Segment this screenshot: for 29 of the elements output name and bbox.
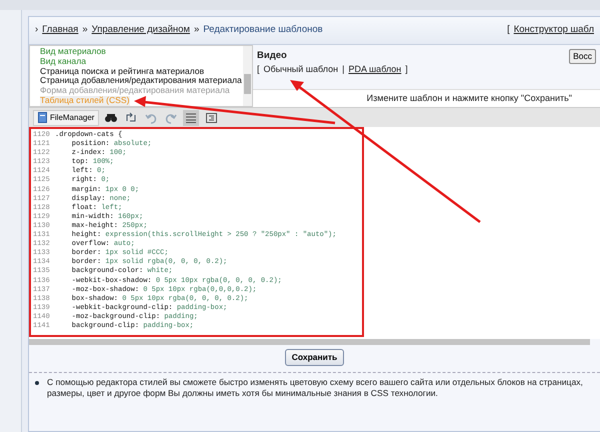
horizontal-scrollbar[interactable] [29,339,590,345]
hint-text: Измените шаблон и нажмите кнопку "Сохранить" [366,92,572,105]
restore-button[interactable]: Восс [569,49,596,64]
bracket: ] [405,63,408,76]
template-item[interactable]: Вид канала [40,56,86,67]
constructor-link[interactable]: Конструктор шабл [514,23,594,38]
separator: | [342,63,344,76]
bracket: [ [507,23,510,38]
file-icon [38,112,47,123]
template-item[interactable]: Страница поиска и рейтинга материалов [40,66,204,76]
template-mode-tab[interactable]: Обычный шаблон [264,63,338,77]
template-mode-link[interactable]: PDA шаблон [348,63,402,77]
template-item[interactable]: Вид материалов [40,47,106,57]
note-text: С помощью редактора стилей вы сможете быстро изменять цветовую схему всего вашего сайта или отдельных блоков на страницах, размеры, цвет и другое форм Вы должны иметь хотя бы минимальные знания в CSS технологии. [47,376,584,399]
line-numbers-icon[interactable] [183,110,200,126]
breadcrumb-marker: › [35,23,38,38]
breadcrumb-separator: » [82,23,88,38]
breadcrumb-current: Редактирование шаблонов [203,23,323,38]
code-editor[interactable] [29,127,600,339]
save-button[interactable]: Сохранить [284,349,344,366]
bullet-icon [35,380,39,385]
bracket: [ [257,63,260,76]
template-item[interactable]: Страница добавления/редактирования материала [40,76,242,86]
breadcrumb-link[interactable]: Главная [42,23,78,38]
file-manager-button[interactable]: FileManager [33,110,100,126]
vertical-scrollbar[interactable] [243,46,252,106]
section-title: Видео [257,49,288,63]
breadcrumb-link[interactable]: Управление дизайном [92,23,190,38]
breadcrumb-separator: » [194,23,200,38]
